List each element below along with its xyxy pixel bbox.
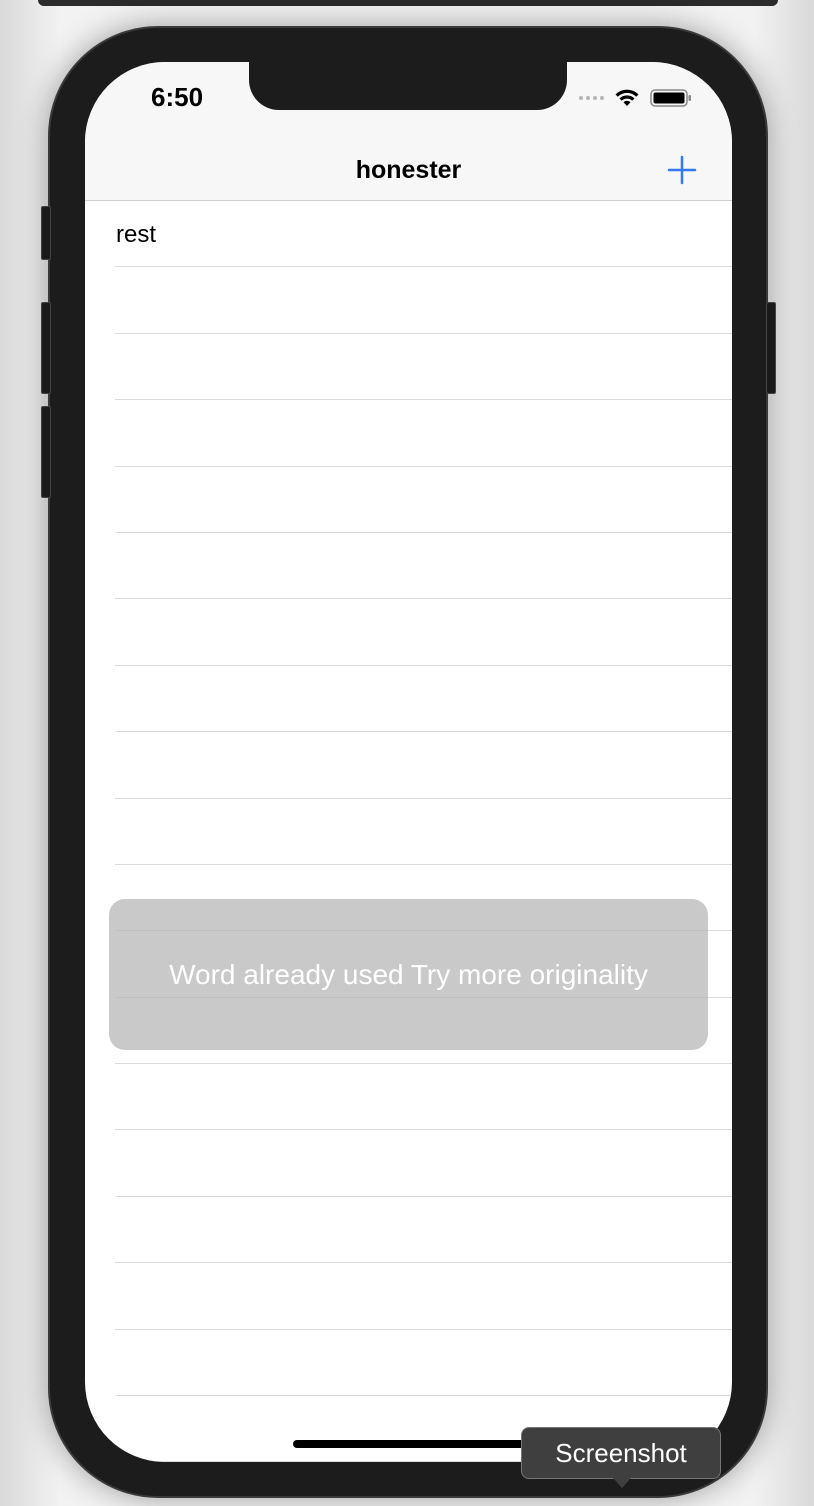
list-item[interactable]: [85, 732, 732, 799]
battery-icon: [650, 89, 691, 107]
list-item[interactable]: [85, 599, 732, 667]
device-notch: [249, 62, 567, 110]
status-time: 6:50: [151, 82, 204, 112]
list-item[interactable]: [85, 666, 732, 733]
toast-message: Word already used Try more originality: [109, 899, 708, 1050]
window-chrome: [38, 0, 778, 6]
toast-text: Word already used Try more originality: [169, 958, 648, 990]
list-item[interactable]: [85, 533, 732, 600]
add-button[interactable]: [664, 152, 700, 188]
list-item[interactable]: [85, 1263, 732, 1331]
tooltip-label: Screenshot: [555, 1437, 687, 1468]
volume-down-button[interactable]: [41, 406, 51, 498]
tooltip-arrow: [613, 1478, 631, 1488]
wifi-icon: [615, 89, 639, 106]
plus-icon: [667, 155, 697, 185]
screenshot-tooltip: Screenshot: [521, 1427, 721, 1479]
volume-up-button[interactable]: [41, 302, 51, 394]
list-item[interactable]: [85, 334, 732, 401]
list-item[interactable]: [85, 400, 732, 467]
list-item[interactable]: [85, 267, 732, 335]
navigation-bar: honester: [85, 146, 732, 201]
phone-screen: 6:50 honester rest Word already used Try…: [85, 62, 732, 1462]
status-bar: 6:50: [85, 62, 732, 146]
power-button[interactable]: [766, 302, 776, 394]
simulator-desktop: 6:50 honester rest Word already used Try…: [0, 0, 814, 1506]
list-item[interactable]: [85, 1197, 732, 1264]
list-item[interactable]: [85, 1330, 732, 1397]
list-item-label: rest: [116, 221, 157, 248]
list-item[interactable]: rest: [85, 201, 732, 268]
list-item[interactable]: [85, 467, 732, 534]
status-icons: [579, 88, 692, 108]
list-item[interactable]: [85, 1130, 732, 1198]
page-title: honester: [355, 156, 462, 184]
word-list: rest: [85, 201, 732, 1462]
list-item[interactable]: [85, 1064, 732, 1131]
signal-icon: [579, 96, 604, 100]
list-item[interactable]: [85, 799, 732, 866]
home-indicator[interactable]: [293, 1440, 553, 1448]
silent-switch[interactable]: [41, 206, 51, 260]
